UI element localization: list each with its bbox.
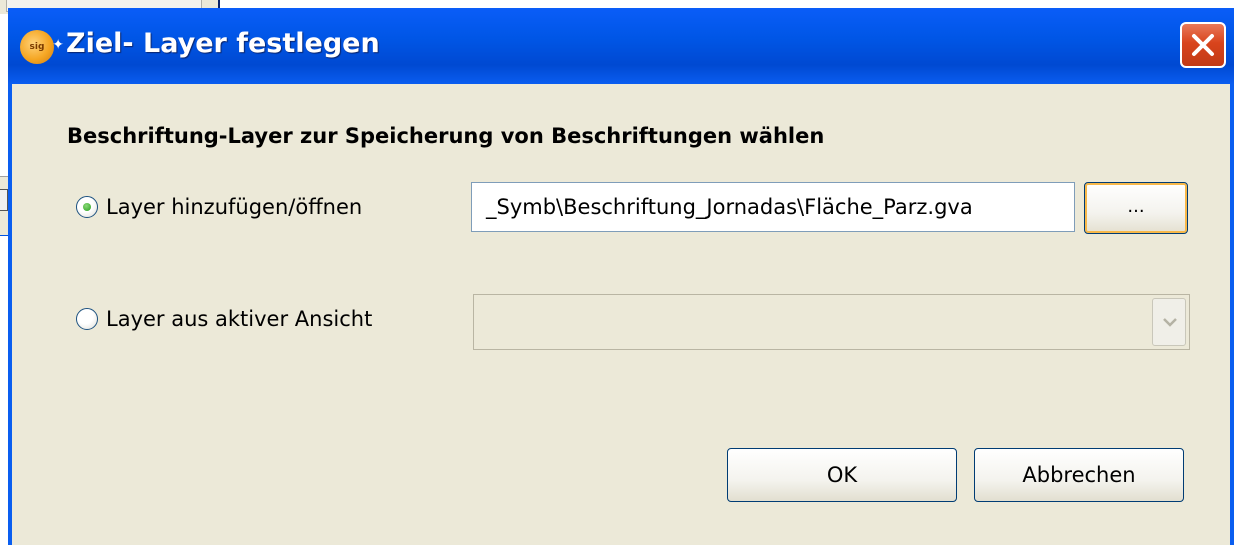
option-active-view[interactable]: Layer aus aktiver Ansicht — [76, 307, 372, 331]
cancel-button[interactable]: Abbrechen — [974, 448, 1184, 502]
dialog-window: sig ✦ Ziel- Layer festlegen Beschriftung-… — [8, 8, 1234, 545]
close-icon — [1192, 34, 1214, 56]
app-sun-icon: sig ✦ — [20, 30, 64, 64]
active-view-layer-select[interactable] — [473, 294, 1190, 350]
radio-selected-dot — [83, 203, 91, 211]
background-button — [0, 189, 8, 211]
layer-path-input[interactable]: _Symb\Beschriftung_Jornadas\Fläche_Parz.… — [471, 182, 1075, 232]
option-active-view-label: Layer aus aktiver Ansicht — [106, 307, 373, 331]
dialog-title: Ziel- Layer festlegen — [66, 28, 380, 59]
dropdown-arrow-button[interactable] — [1152, 298, 1186, 346]
title-bar[interactable]: sig ✦ Ziel- Layer festlegen — [8, 8, 1234, 84]
radio-add-layer[interactable] — [76, 196, 98, 218]
option-add-layer[interactable]: Layer hinzufügen/öffnen — [76, 195, 362, 219]
dialog-body: Beschriftung-Layer zur Speicherung von B… — [12, 84, 1230, 545]
chevron-down-icon — [1163, 318, 1177, 327]
close-button[interactable] — [1180, 22, 1226, 68]
option-add-layer-label: Layer hinzufügen/öffnen — [106, 195, 363, 219]
dialog-heading: Beschriftung-Layer zur Speicherung von B… — [67, 124, 825, 148]
ok-button[interactable]: OK — [727, 448, 957, 502]
radio-active-view[interactable] — [76, 308, 98, 330]
browse-button[interactable]: ... — [1084, 182, 1188, 234]
